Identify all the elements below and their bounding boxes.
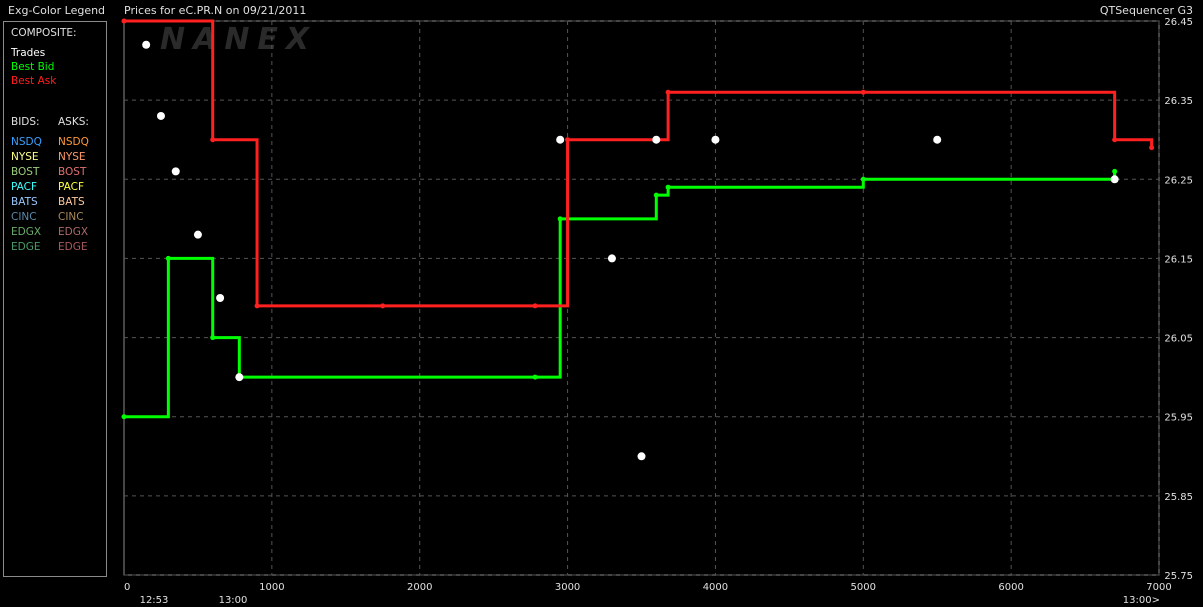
trade-point bbox=[556, 135, 565, 144]
quote-point bbox=[665, 89, 671, 95]
quote-point bbox=[565, 137, 571, 143]
x-tick-label: 5000 bbox=[851, 582, 876, 593]
y-tick-label: 25.75 bbox=[1164, 571, 1193, 582]
quote-point bbox=[665, 184, 671, 190]
quote-point bbox=[653, 192, 659, 198]
trade-point bbox=[652, 135, 661, 144]
y-tick-label: 26.05 bbox=[1164, 334, 1193, 345]
trade-point bbox=[156, 111, 165, 120]
quote-point bbox=[1149, 145, 1155, 151]
series-best-ask bbox=[124, 19, 1154, 308]
trade-point bbox=[193, 230, 202, 239]
x-tick-label: 4000 bbox=[703, 582, 728, 593]
y-tick-label: 25.85 bbox=[1164, 492, 1193, 503]
y-tick-label: 26.35 bbox=[1164, 96, 1193, 107]
trade-point bbox=[711, 135, 720, 144]
quote-point bbox=[1112, 168, 1118, 174]
quote-point bbox=[532, 303, 538, 309]
x-tick-label: 6000 bbox=[998, 582, 1023, 593]
quote-point bbox=[860, 89, 866, 95]
time-label: 13:00> bbox=[1123, 595, 1160, 606]
trade-point bbox=[607, 254, 616, 263]
y-tick-label: 25.95 bbox=[1164, 413, 1193, 424]
quote-point bbox=[210, 137, 216, 143]
y-tick-label: 26.15 bbox=[1164, 254, 1193, 265]
quote-point bbox=[121, 18, 127, 24]
quote-point bbox=[557, 216, 563, 222]
time-label: 13:00 bbox=[219, 595, 248, 606]
x-tick-label: 3000 bbox=[555, 582, 580, 593]
quote-point bbox=[210, 335, 216, 341]
series-best-bid bbox=[124, 171, 1117, 419]
trade-point bbox=[171, 167, 180, 176]
quote-point bbox=[860, 176, 866, 182]
quote-point bbox=[532, 374, 538, 380]
trade-point bbox=[216, 294, 225, 302]
quote-point bbox=[1112, 137, 1118, 143]
x-tick-label: 0 bbox=[124, 582, 130, 593]
quote-point bbox=[254, 303, 260, 309]
y-tick-label: 26.25 bbox=[1164, 175, 1193, 186]
price-chart: 25.75 25.85 25.95 26.05 26.15 26.25 26.35 26.45… bbox=[121, 17, 1193, 606]
x-tick-label: 1000 bbox=[259, 582, 284, 593]
trade-point bbox=[933, 135, 942, 144]
quote-point bbox=[165, 255, 171, 261]
trade-point bbox=[1110, 175, 1119, 184]
plot-frame bbox=[123, 20, 1160, 576]
x-tick-label: 7000 bbox=[1146, 582, 1171, 593]
quote-point bbox=[380, 303, 386, 309]
y-tick-label: 26.45 bbox=[1164, 17, 1193, 28]
trade-point bbox=[142, 40, 151, 49]
time-label: 12:53 bbox=[140, 595, 169, 606]
trade-point bbox=[637, 452, 646, 461]
x-tick-label: 2000 bbox=[407, 582, 432, 593]
trade-point bbox=[235, 373, 244, 382]
quote-point bbox=[121, 414, 127, 420]
